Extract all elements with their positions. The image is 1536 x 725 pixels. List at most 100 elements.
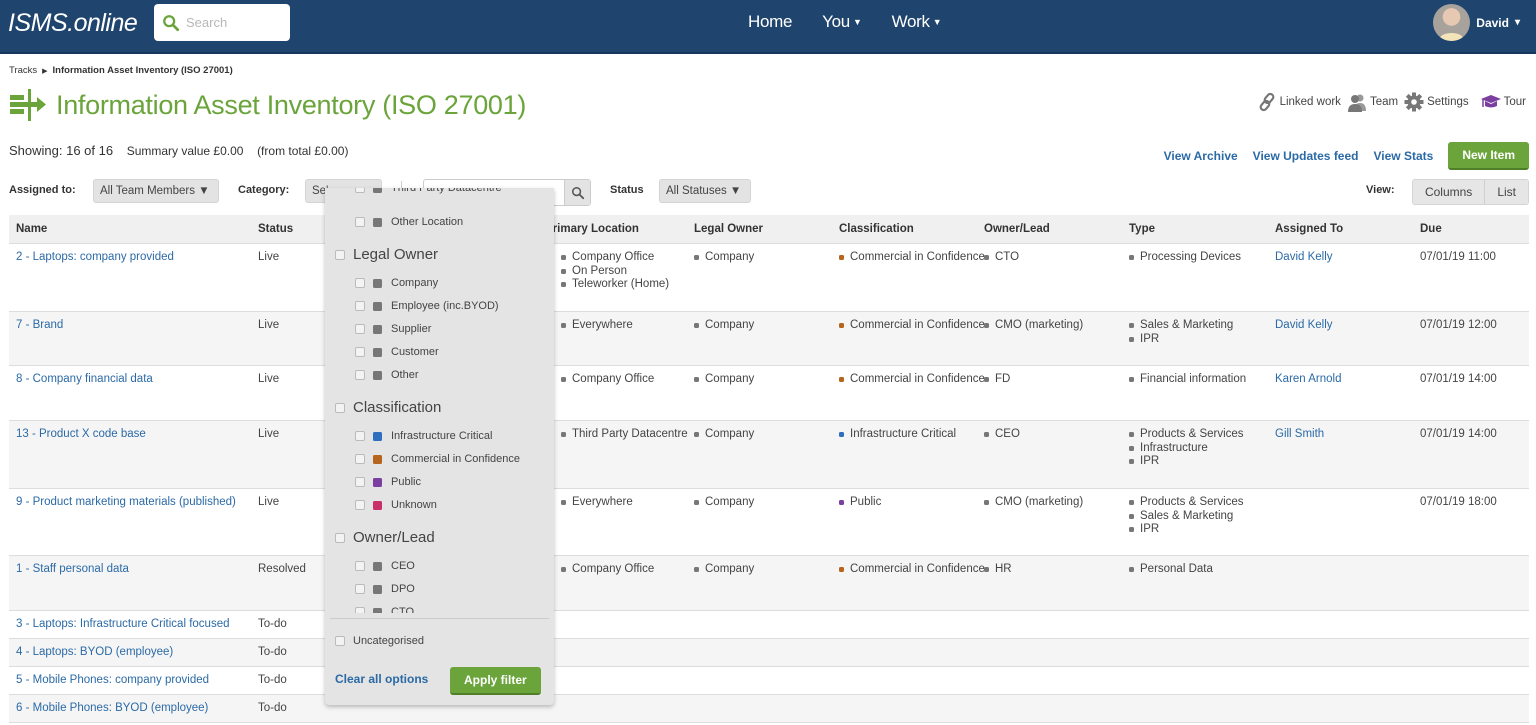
table-row[interactable]: 13 - Product X code base Live Third Party … <box>9 421 1529 489</box>
col-name[interactable]: Name <box>16 223 47 235</box>
table-row[interactable]: 9 - Product marketing materials (publish… <box>9 489 1529 556</box>
item-link[interactable]: 2 - Laptops: company provided <box>16 251 174 263</box>
nav-work[interactable]: Work ▼ <box>892 12 942 32</box>
category-option[interactable]: Unknown <box>355 499 437 511</box>
assigned-to-select[interactable]: All Team Members ▼ <box>93 179 219 203</box>
item-link[interactable]: 7 - Brand <box>16 319 63 331</box>
checkbox[interactable] <box>355 584 365 594</box>
avatar[interactable] <box>1433 4 1471 41</box>
category-group-option[interactable]: Classification <box>335 399 441 416</box>
table-row[interactable]: 2 - Laptops: company provided Live Company… <box>9 244 1529 312</box>
user-menu[interactable]: David ▾ <box>1433 4 1520 41</box>
category-option[interactable]: CTO <box>355 606 414 613</box>
assignee-link[interactable]: David Kelly <box>1275 319 1333 331</box>
col-assigned-to[interactable]: Assigned To <box>1275 223 1343 235</box>
uncategorised-option[interactable]: Uncategorised <box>335 635 424 647</box>
table-row[interactable]: 1 - Staff personal data Resolved Company O… <box>9 556 1529 611</box>
category-option[interactable]: Company <box>355 277 438 289</box>
category-option[interactable]: Customer <box>355 346 439 358</box>
category-option[interactable]: CEO <box>355 560 415 572</box>
category-options-list[interactable]: Third Party Datacentre Other Location Lega… <box>325 188 554 613</box>
linked-work-button[interactable]: Linked work <box>1257 92 1341 112</box>
col-classification[interactable]: Classification <box>839 223 914 235</box>
col-type[interactable]: Type <box>1129 223 1155 235</box>
assignee-link[interactable]: Gill Smith <box>1275 428 1324 440</box>
assignee-link[interactable]: Karen Arnold <box>1275 373 1342 385</box>
col-legal-owner[interactable]: Legal Owner <box>694 223 763 235</box>
nav-you[interactable]: You ▼ <box>822 12 862 32</box>
checkbox[interactable] <box>335 402 345 413</box>
item-link[interactable]: 8 - Company financial data <box>16 373 153 385</box>
checkbox[interactable] <box>355 477 365 487</box>
settings-button[interactable]: Settings <box>1404 92 1469 112</box>
team-button[interactable]: Team <box>1347 92 1398 112</box>
checkbox[interactable] <box>355 188 365 193</box>
col-primary-location[interactable]: Primary Location <box>545 223 639 235</box>
checkbox[interactable] <box>355 607 365 613</box>
item-link[interactable]: 9 - Product marketing materials (publish… <box>16 496 236 508</box>
item-link[interactable]: 1 - Staff personal data <box>16 563 129 575</box>
view-archive-link[interactable]: View Archive <box>1164 149 1238 163</box>
checkbox[interactable] <box>355 278 365 288</box>
tour-button[interactable]: Tour <box>1480 92 1526 112</box>
view-updates-feed-link[interactable]: View Updates feed <box>1253 149 1359 163</box>
status-select[interactable]: All Statuses ▼ <box>659 179 751 203</box>
nav-home[interactable]: Home <box>748 12 792 32</box>
primary-location-cell: Everywhere <box>561 496 633 510</box>
view-stats-link[interactable]: View Stats <box>1374 149 1434 163</box>
checkbox[interactable] <box>355 500 365 510</box>
category-group-option[interactable]: Legal Owner <box>335 246 438 263</box>
checkbox[interactable] <box>355 347 365 357</box>
category-option[interactable]: DPO <box>355 583 415 595</box>
item-link[interactable]: 4 - Laptops: BYOD (employee) <box>16 646 173 658</box>
checkbox[interactable] <box>335 636 345 646</box>
tag: Commercial in Confidence <box>839 319 985 333</box>
category-option[interactable]: Public <box>355 476 421 488</box>
tag: CTO <box>984 251 1019 265</box>
item-link[interactable]: 3 - Laptops: Infrastructure Critical foc… <box>16 618 230 630</box>
item-link[interactable]: 13 - Product X code base <box>16 428 146 440</box>
checkbox[interactable] <box>355 561 365 571</box>
apply-filter-button[interactable]: Apply filter <box>450 667 541 695</box>
table-row[interactable]: 7 - Brand Live Everywhere Company Commercial… <box>9 312 1529 366</box>
category-option[interactable]: Third Party Datacentre <box>355 188 502 194</box>
view-columns-button[interactable]: Columns <box>1412 180 1485 204</box>
table-row[interactable]: 8 - Company financial data Live Company Of… <box>9 366 1529 421</box>
category-option[interactable]: Commercial in Confidence <box>355 453 520 465</box>
main-nav: Home You ▼ Work ▼ <box>748 12 942 32</box>
checkbox[interactable] <box>355 431 365 441</box>
category-option[interactable]: Supplier <box>355 323 431 335</box>
global-search-input[interactable] <box>186 15 286 30</box>
breadcrumb-root[interactable]: Tracks <box>9 65 37 76</box>
type-cell: Products & Services Infrastructure IPR <box>1129 428 1244 469</box>
category-option[interactable]: Infrastructure Critical <box>355 430 492 442</box>
checkbox[interactable] <box>335 532 345 543</box>
new-item-button[interactable]: New Item <box>1448 142 1529 170</box>
checkbox[interactable] <box>355 217 365 227</box>
clear-all-options-link[interactable]: Clear all options <box>335 672 428 686</box>
checkbox[interactable] <box>355 324 365 334</box>
table-row[interactable]: 6 - Mobile Phones: BYOD (employee) To-do <box>9 695 1529 723</box>
item-link[interactable]: 6 - Mobile Phones: BYOD (employee) <box>16 702 208 714</box>
name-cell: 2 - Laptops: company provided <box>16 251 174 265</box>
track-search-button[interactable] <box>564 180 590 205</box>
category-option[interactable]: Other Location <box>355 216 463 228</box>
table-row[interactable]: 3 - Laptops: Infrastructure Critical foc… <box>9 611 1529 639</box>
table-row[interactable]: 5 - Mobile Phones: company provided To-do <box>9 667 1529 695</box>
category-option[interactable]: Employee (inc.BYOD) <box>355 300 499 312</box>
checkbox[interactable] <box>355 370 365 380</box>
assignee-link[interactable]: David Kelly <box>1275 251 1333 263</box>
col-status[interactable]: Status <box>258 223 293 235</box>
global-search[interactable] <box>154 4 290 41</box>
category-option[interactable]: Other <box>355 369 419 381</box>
checkbox[interactable] <box>335 249 345 260</box>
col-due[interactable]: Due <box>1420 223 1442 235</box>
checkbox[interactable] <box>355 301 365 311</box>
table-row[interactable]: 4 - Laptops: BYOD (employee) To-do <box>9 639 1529 667</box>
checkbox[interactable] <box>355 454 365 464</box>
view-list-button[interactable]: List <box>1484 180 1528 204</box>
category-group-option[interactable]: Owner/Lead <box>335 529 435 546</box>
col-owner-lead[interactable]: Owner/Lead <box>984 223 1050 235</box>
item-link[interactable]: 5 - Mobile Phones: company provided <box>16 674 209 686</box>
logo[interactable]: ISMS.online <box>8 9 138 38</box>
